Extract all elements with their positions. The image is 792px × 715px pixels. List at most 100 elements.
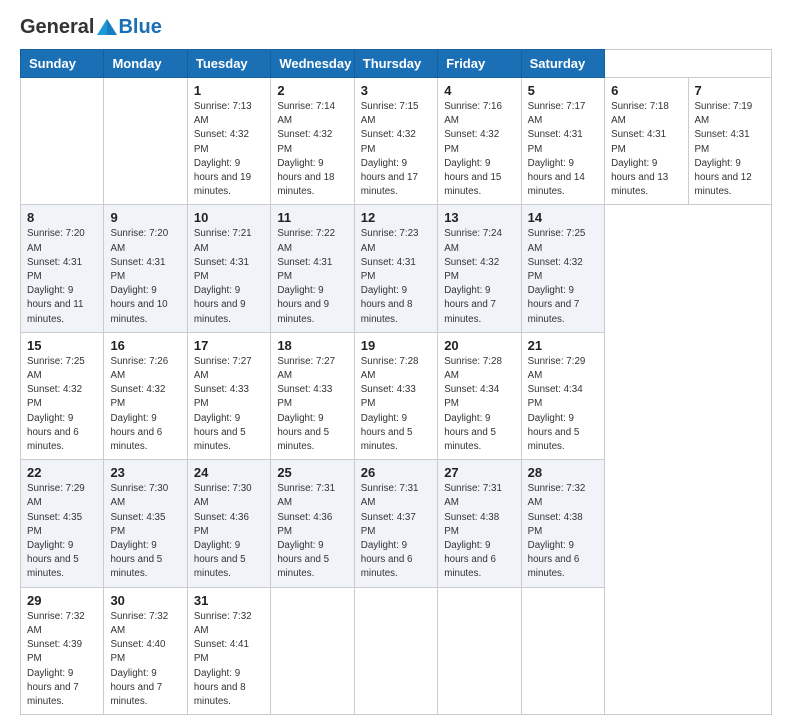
day-number: 26 — [361, 465, 431, 480]
day-number: 13 — [444, 210, 514, 225]
day-number: 3 — [361, 83, 431, 98]
day-number: 7 — [695, 83, 766, 98]
day-info: Sunrise: 7:32 AMSunset: 4:38 PMDaylight:… — [528, 483, 586, 579]
day-info: Sunrise: 7:23 AMSunset: 4:31 PMDaylight:… — [361, 228, 419, 324]
day-info: Sunrise: 7:19 AMSunset: 4:31 PMDaylight:… — [695, 101, 753, 197]
logo: General Blue — [20, 16, 162, 39]
day-info: Sunrise: 7:25 AMSunset: 4:32 PMDaylight:… — [528, 228, 586, 324]
day-info: Sunrise: 7:22 AMSunset: 4:31 PMDaylight:… — [277, 228, 335, 324]
calendar-week: 1 Sunrise: 7:13 AMSunset: 4:32 PMDayligh… — [21, 78, 772, 205]
day-info: Sunrise: 7:28 AMSunset: 4:33 PMDaylight:… — [361, 356, 419, 452]
day-info: Sunrise: 7:18 AMSunset: 4:31 PMDaylight:… — [611, 101, 669, 197]
calendar-day: 31 Sunrise: 7:32 AMSunset: 4:41 PMDaylig… — [187, 587, 270, 714]
day-info: Sunrise: 7:27 AMSunset: 4:33 PMDaylight:… — [277, 356, 335, 452]
day-info: Sunrise: 7:30 AMSunset: 4:36 PMDaylight:… — [194, 483, 252, 579]
day-number: 21 — [528, 338, 598, 353]
day-info: Sunrise: 7:25 AMSunset: 4:32 PMDaylight:… — [27, 356, 85, 452]
calendar-day: 25 Sunrise: 7:31 AMSunset: 4:36 PMDaylig… — [271, 460, 354, 587]
day-info: Sunrise: 7:15 AMSunset: 4:32 PMDaylight:… — [361, 101, 419, 197]
day-number: 8 — [27, 210, 97, 225]
calendar-day: 21 Sunrise: 7:29 AMSunset: 4:34 PMDaylig… — [521, 332, 604, 459]
logo-blue: Blue — [118, 16, 161, 39]
day-info: Sunrise: 7:28 AMSunset: 4:34 PMDaylight:… — [444, 356, 502, 452]
calendar-week: 22 Sunrise: 7:29 AMSunset: 4:35 PMDaylig… — [21, 460, 772, 587]
day-number: 14 — [528, 210, 598, 225]
calendar-week: 15 Sunrise: 7:25 AMSunset: 4:32 PMDaylig… — [21, 332, 772, 459]
day-number: 28 — [528, 465, 598, 480]
calendar-day — [271, 587, 354, 714]
page: General Blue SundayMondayTuesdayWednesda… — [0, 0, 792, 612]
day-info: Sunrise: 7:30 AMSunset: 4:35 PMDaylight:… — [110, 483, 168, 579]
weekday-header: Friday — [438, 50, 521, 78]
header: General Blue — [20, 16, 772, 39]
weekday-header: Thursday — [354, 50, 437, 78]
day-number: 31 — [194, 593, 264, 608]
day-number: 16 — [110, 338, 180, 353]
calendar-week: 29 Sunrise: 7:32 AMSunset: 4:39 PMDaylig… — [21, 587, 772, 714]
calendar-day: 23 Sunrise: 7:30 AMSunset: 4:35 PMDaylig… — [104, 460, 187, 587]
day-info: Sunrise: 7:16 AMSunset: 4:32 PMDaylight:… — [444, 101, 502, 197]
day-info: Sunrise: 7:20 AMSunset: 4:31 PMDaylight:… — [110, 228, 168, 324]
day-info: Sunrise: 7:29 AMSunset: 4:35 PMDaylight:… — [27, 483, 85, 579]
calendar-day: 20 Sunrise: 7:28 AMSunset: 4:34 PMDaylig… — [438, 332, 521, 459]
calendar-day: 19 Sunrise: 7:28 AMSunset: 4:33 PMDaylig… — [354, 332, 437, 459]
day-number: 19 — [361, 338, 431, 353]
day-info: Sunrise: 7:31 AMSunset: 4:36 PMDaylight:… — [277, 483, 335, 579]
day-number: 29 — [27, 593, 97, 608]
calendar-day: 10 Sunrise: 7:21 AMSunset: 4:31 PMDaylig… — [187, 205, 270, 332]
logo-icon — [96, 18, 118, 36]
day-info: Sunrise: 7:20 AMSunset: 4:31 PMDaylight:… — [27, 228, 85, 324]
day-info: Sunrise: 7:31 AMSunset: 4:38 PMDaylight:… — [444, 483, 502, 579]
calendar-week: 8 Sunrise: 7:20 AMSunset: 4:31 PMDayligh… — [21, 205, 772, 332]
calendar-day: 11 Sunrise: 7:22 AMSunset: 4:31 PMDaylig… — [271, 205, 354, 332]
day-number: 18 — [277, 338, 347, 353]
weekday-header: Wednesday — [271, 50, 354, 78]
weekday-header: Saturday — [521, 50, 604, 78]
day-info: Sunrise: 7:32 AMSunset: 4:39 PMDaylight:… — [27, 611, 85, 707]
day-number: 30 — [110, 593, 180, 608]
calendar-day: 14 Sunrise: 7:25 AMSunset: 4:32 PMDaylig… — [521, 205, 604, 332]
calendar-day: 28 Sunrise: 7:32 AMSunset: 4:38 PMDaylig… — [521, 460, 604, 587]
day-number: 12 — [361, 210, 431, 225]
calendar: SundayMondayTuesdayWednesdayThursdayFrid… — [20, 49, 772, 715]
calendar-day — [354, 587, 437, 714]
day-number: 2 — [277, 83, 347, 98]
calendar-day: 12 Sunrise: 7:23 AMSunset: 4:31 PMDaylig… — [354, 205, 437, 332]
day-info: Sunrise: 7:26 AMSunset: 4:32 PMDaylight:… — [110, 356, 168, 452]
calendar-day: 8 Sunrise: 7:20 AMSunset: 4:31 PMDayligh… — [21, 205, 104, 332]
day-number: 20 — [444, 338, 514, 353]
day-number: 23 — [110, 465, 180, 480]
calendar-day: 13 Sunrise: 7:24 AMSunset: 4:32 PMDaylig… — [438, 205, 521, 332]
calendar-day: 5 Sunrise: 7:17 AMSunset: 4:31 PMDayligh… — [521, 78, 604, 205]
calendar-day: 16 Sunrise: 7:26 AMSunset: 4:32 PMDaylig… — [104, 332, 187, 459]
day-number: 22 — [27, 465, 97, 480]
weekday-header: Monday — [104, 50, 187, 78]
logo-general: General — [20, 16, 94, 39]
calendar-day: 6 Sunrise: 7:18 AMSunset: 4:31 PMDayligh… — [605, 78, 688, 205]
calendar-day: 1 Sunrise: 7:13 AMSunset: 4:32 PMDayligh… — [187, 78, 270, 205]
day-info: Sunrise: 7:32 AMSunset: 4:40 PMDaylight:… — [110, 611, 168, 707]
calendar-day: 2 Sunrise: 7:14 AMSunset: 4:32 PMDayligh… — [271, 78, 354, 205]
day-number: 4 — [444, 83, 514, 98]
day-number: 27 — [444, 465, 514, 480]
day-info: Sunrise: 7:29 AMSunset: 4:34 PMDaylight:… — [528, 356, 586, 452]
weekday-header: Tuesday — [187, 50, 270, 78]
day-number: 17 — [194, 338, 264, 353]
day-number: 9 — [110, 210, 180, 225]
day-number: 1 — [194, 83, 264, 98]
calendar-day: 24 Sunrise: 7:30 AMSunset: 4:36 PMDaylig… — [187, 460, 270, 587]
calendar-day: 7 Sunrise: 7:19 AMSunset: 4:31 PMDayligh… — [688, 78, 772, 205]
day-info: Sunrise: 7:21 AMSunset: 4:31 PMDaylight:… — [194, 228, 252, 324]
day-info: Sunrise: 7:13 AMSunset: 4:32 PMDaylight:… — [194, 101, 252, 197]
empty-day — [21, 78, 104, 205]
day-info: Sunrise: 7:27 AMSunset: 4:33 PMDaylight:… — [194, 356, 252, 452]
logo-text: General Blue — [20, 16, 162, 39]
calendar-day: 29 Sunrise: 7:32 AMSunset: 4:39 PMDaylig… — [21, 587, 104, 714]
day-number: 15 — [27, 338, 97, 353]
day-info: Sunrise: 7:17 AMSunset: 4:31 PMDaylight:… — [528, 101, 586, 197]
calendar-day: 9 Sunrise: 7:20 AMSunset: 4:31 PMDayligh… — [104, 205, 187, 332]
calendar-day: 15 Sunrise: 7:25 AMSunset: 4:32 PMDaylig… — [21, 332, 104, 459]
day-info: Sunrise: 7:31 AMSunset: 4:37 PMDaylight:… — [361, 483, 419, 579]
calendar-day — [521, 587, 604, 714]
calendar-day: 17 Sunrise: 7:27 AMSunset: 4:33 PMDaylig… — [187, 332, 270, 459]
